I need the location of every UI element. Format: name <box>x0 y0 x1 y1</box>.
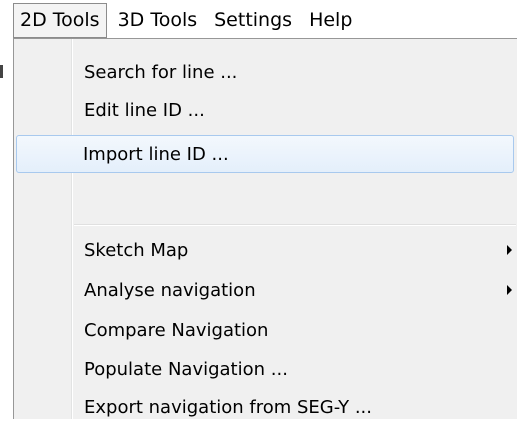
menu-item-label: Analyse navigation <box>84 279 256 301</box>
background-fragment <box>0 65 3 78</box>
menu-item-label: Import line ID ... <box>83 143 229 165</box>
menu-item-export-navigation-from-segy[interactable]: Export navigation from SEG-Y ... <box>16 388 514 426</box>
menu-3d-tools[interactable]: 3D Tools <box>112 4 204 37</box>
submenu-arrow-icon <box>507 285 512 295</box>
submenu-arrow-icon <box>507 245 512 255</box>
menu-separator <box>74 224 516 226</box>
menu-item-label: Search for line ... <box>84 61 238 83</box>
menu-item-label: Export navigation from SEG-Y ... <box>84 396 372 418</box>
menu-item-import-line-id[interactable]: Import line ID ... <box>16 135 514 173</box>
menu-item-sketch-map[interactable]: Sketch Map <box>16 231 514 269</box>
menu-item-compare-navigation[interactable]: Compare Navigation <box>16 311 514 349</box>
menu-bar: 2D Tools 3D Tools Settings Help <box>0 0 517 40</box>
menu-item-edit-line-id[interactable]: Edit line ID ... <box>16 91 514 129</box>
menu-item-search-for-line[interactable]: Search for line ... <box>16 53 514 91</box>
menu-item-label: Edit line ID ... <box>84 99 205 121</box>
menu-2d-tools[interactable]: 2D Tools <box>13 2 107 38</box>
2d-tools-dropdown-menu: Search for line ... Edit line ID ... Imp… <box>13 38 517 419</box>
menu-item-label: Compare Navigation <box>84 319 269 341</box>
menu-item-analyse-navigation[interactable]: Analyse navigation <box>16 271 514 309</box>
menu-help[interactable]: Help <box>303 4 358 37</box>
menu-settings[interactable]: Settings <box>208 4 298 37</box>
menu-item-populate-navigation[interactable]: Populate Navigation ... <box>16 350 514 388</box>
menu-item-label: Populate Navigation ... <box>84 358 288 380</box>
menu-item-label: Sketch Map <box>84 239 189 261</box>
